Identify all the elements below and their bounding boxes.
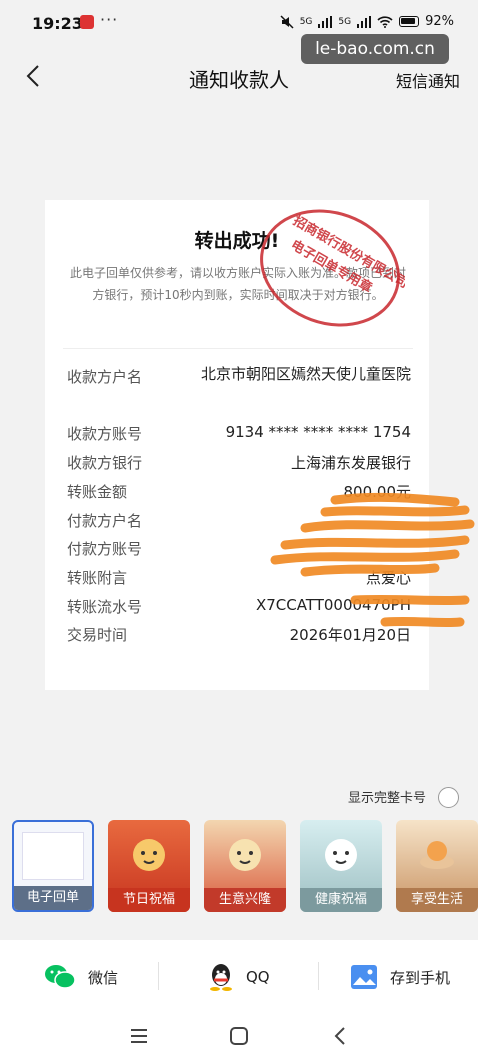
signal-label-2: 5G [338, 16, 352, 27]
wifi-icon [377, 15, 393, 28]
share-wechat-label: 微信 [88, 968, 119, 987]
mute-icon [280, 14, 294, 29]
template-e-receipt[interactable]: 电子回单 [12, 820, 94, 912]
template-holiday[interactable]: 节日祝福 [108, 820, 190, 912]
tiger-icon [229, 839, 261, 871]
system-nav-bar [0, 1010, 478, 1063]
template-business[interactable]: 生意兴隆 [204, 820, 286, 912]
row-label: 交易时间 [67, 626, 128, 644]
share-qq-button[interactable]: QQ [208, 962, 270, 992]
save-to-phone-label: 存到手机 [390, 968, 451, 987]
row-label: 转账附言 [67, 569, 128, 587]
battery-icon [399, 16, 420, 27]
home-icon[interactable] [227, 1024, 251, 1048]
template-label: 节日祝福 [108, 888, 190, 912]
menu-icon[interactable] [127, 1024, 151, 1048]
e-receipt-card: 转出成功! 此电子回单仅供参考，请以收方账户实际入账为准。款项已到对方银行，预计… [45, 200, 475, 690]
divider [318, 962, 319, 990]
receipt-thumbnail-icon [22, 832, 84, 880]
row-label: 收款方账号 [67, 425, 143, 443]
status-more-indicator: ··· [100, 10, 119, 29]
template-label: 健康祝福 [300, 888, 382, 912]
row-value: 9134 **** **** **** 1754 [225, 423, 411, 441]
template-label: 电子回单 [14, 886, 92, 910]
template-label: 享受生活 [396, 888, 478, 912]
template-enjoy-life[interactable]: 享受生活 [396, 820, 478, 912]
show-full-card-label: 显示完整卡号 [348, 791, 427, 806]
battery-level: 92% [425, 14, 454, 29]
row-label: 转账金额 [67, 483, 128, 501]
nav-bar: 通知收款人 短信通知 [0, 56, 478, 100]
share-bar: 微信 QQ 存到手机 [0, 940, 478, 1010]
qq-icon [210, 964, 232, 991]
row-label: 转账流水号 [67, 598, 143, 616]
row-value: 上海浦东发展银行 [290, 454, 411, 472]
bank-seal-stamp: 招商银行股份有限公司 电子回单专用章 [260, 209, 405, 327]
status-icons: 5G 5G 92% [280, 14, 454, 29]
divider [63, 348, 413, 349]
back-icon[interactable] [329, 1024, 353, 1048]
template-label: 生意兴隆 [204, 888, 286, 912]
image-icon [351, 965, 377, 989]
row-label: 收款方户名 [67, 368, 143, 386]
food-icon [420, 841, 454, 869]
template-list: 电子回单 节日祝福 生意兴隆 健康祝福 享受生活 [12, 820, 478, 912]
row-value: 北京市朝阳区嫣然天使儿童医院 [200, 365, 411, 383]
signal-icon [318, 15, 333, 28]
signal-icon-2 [357, 15, 372, 28]
show-full-card-toggle[interactable] [438, 787, 459, 808]
template-health[interactable]: 健康祝福 [300, 820, 382, 912]
app-notification-icon [80, 15, 94, 29]
wechat-icon [45, 965, 76, 989]
redaction-scribble [270, 492, 475, 628]
row-label: 付款方账号 [67, 540, 143, 558]
signal-label-1: 5G [299, 16, 313, 27]
row-label: 付款方户名 [67, 512, 143, 530]
share-wechat-button[interactable]: 微信 [44, 962, 118, 992]
status-time: 19:23 [32, 14, 83, 33]
save-to-phone-button[interactable]: 存到手机 [350, 962, 450, 992]
share-qq-label: QQ [246, 968, 270, 986]
divider [158, 962, 159, 990]
tiger-icon [133, 839, 165, 871]
sms-notify-button[interactable]: 短信通知 [396, 68, 460, 92]
tiger-icon [325, 839, 357, 871]
row-label: 收款方银行 [67, 454, 143, 472]
